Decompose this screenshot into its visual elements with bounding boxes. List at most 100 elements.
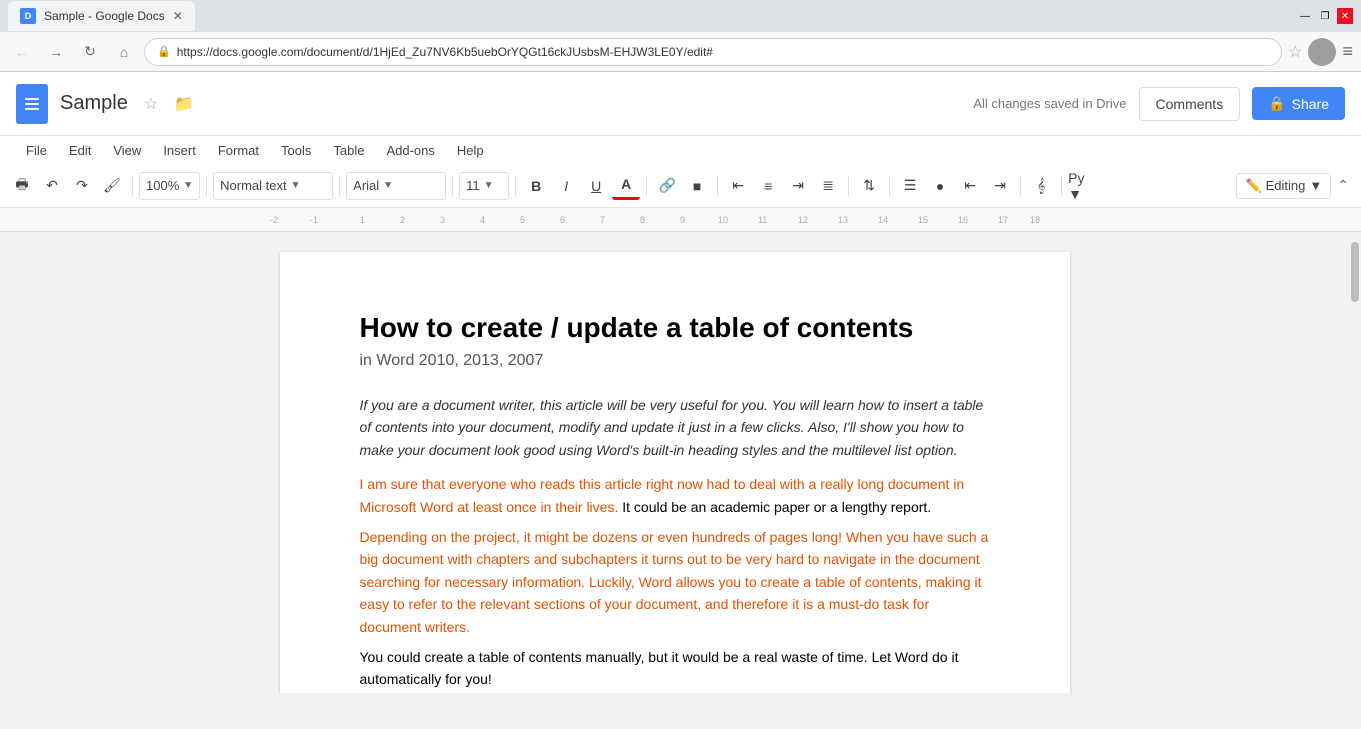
line-spacing-button[interactable]: ⇅ [855,172,883,200]
star-button[interactable]: ☆ [144,94,158,114]
style-arrow-icon: ▼ [291,180,301,191]
gdocs-app: Sample ☆ 📁 All changes saved in Drive Co… [0,72,1361,693]
print-button[interactable]: 🖶 [8,172,36,200]
document-main-title: How to create / update a table of conten… [360,312,990,344]
divider-7 [717,176,718,196]
app-header: Sample ☆ 📁 All changes saved in Drive Co… [0,72,1361,136]
menu-bar: File Edit View Insert Format Tools Table… [0,136,1361,164]
intro-paragraph: If you are a document writer, this artic… [360,394,990,461]
document-subtitle: in Word 2010, 2013, 2007 [360,352,990,370]
zoom-arrow-icon: ▼ [183,180,193,191]
justify-button[interactable]: ≣ [814,172,842,200]
document-area: How to create / update a table of conten… [0,232,1361,693]
scrollbar-thumb[interactable] [1351,242,1359,302]
browser-tab[interactable]: D Sample - Google Docs ✕ [8,1,195,31]
align-right-button[interactable]: ⇥ [784,172,812,200]
folder-button[interactable]: 📁 [174,94,194,114]
save-status: All changes saved in Drive [973,96,1126,111]
style-value: Normal text [220,178,286,193]
unordered-list-button[interactable]: ● [926,172,954,200]
document-page: How to create / update a table of conten… [280,252,1070,693]
menu-view[interactable]: View [103,139,151,162]
editing-mode-select[interactable]: ✏️ Editing ▼ [1236,173,1331,199]
back-button[interactable]: ← [8,38,36,66]
tab-close-button[interactable]: ✕ [173,9,183,23]
ruler-inner: -2 -1 1 2 3 4 5 6 7 8 9 10 11 12 13 14 1… [0,208,1361,231]
indent-decrease-button[interactable]: ⇤ [956,172,984,200]
paragraph-2: Depending on the project, it might be do… [360,526,990,638]
align-left-button[interactable]: ⇤ [724,172,752,200]
comment-button[interactable]: ■ [683,172,711,200]
italic-button[interactable]: I [552,172,580,200]
link-button[interactable]: 🔗 [653,172,681,200]
document-scroll[interactable]: How to create / update a table of conten… [0,232,1349,693]
para1-rest: It could be an academic paper or a lengt… [622,499,931,515]
zoom-select[interactable]: 100% ▼ [139,172,200,200]
bookmark-button[interactable]: ☆ [1288,42,1302,62]
comments-button[interactable]: Comments [1139,87,1241,121]
para2-orange: Depending on the project, it might be do… [360,529,989,635]
paint-format-button[interactable]: 🖌 [98,172,126,200]
toolbar: 🖶 ↶ ↷ 🖌 100% ▼ Normal text ▼ Arial ▼ 11 … [0,164,1361,208]
forward-button[interactable]: → [42,38,70,66]
editing-mode-arrow-icon: ▼ [1309,178,1322,193]
reload-button[interactable]: ↻ [76,38,104,66]
chrome-menu-button[interactable]: ≡ [1342,41,1353,62]
size-value: 11 [466,178,480,193]
undo-button[interactable]: ↶ [38,172,66,200]
ordered-list-button[interactable]: ☰ [896,172,924,200]
divider-6 [646,176,647,196]
paragraph-3: You could create a table of contents man… [360,646,990,691]
gdocs-logo-icon [16,84,48,124]
profile-button[interactable] [1308,38,1336,66]
document-title: Sample [60,92,128,115]
url-bar[interactable]: 🔒 https://docs.google.com/document/d/1Hj… [144,38,1282,66]
zoom-value: 100% [146,178,179,193]
divider-4 [452,176,453,196]
paragraph-1: I am sure that everyone who reads this a… [360,473,990,518]
divider-9 [889,176,890,196]
share-button[interactable]: 🔒 Share [1252,87,1345,120]
divider-11 [1061,176,1062,196]
font-value: Arial [353,178,379,193]
editing-mode-label: Editing [1266,178,1306,193]
title-bar: D Sample - Google Docs ✕ — ❐ ✕ [0,0,1361,32]
url-text: https://docs.google.com/document/d/1HjEd… [177,45,1269,59]
menu-table[interactable]: Table [323,139,374,162]
clear-format-button[interactable]: 𝄞 [1027,172,1055,200]
tab-favicon-icon: D [20,8,36,24]
tab-title: Sample - Google Docs [44,9,165,23]
text-color-button[interactable]: A [612,172,640,200]
input-tools-button[interactable]: Py ▼ [1068,172,1096,200]
indent-increase-button[interactable]: ⇥ [986,172,1014,200]
menu-insert[interactable]: Insert [153,139,206,162]
home-button[interactable]: ⌂ [110,38,138,66]
menu-format[interactable]: Format [208,139,269,162]
collapse-toolbar-button[interactable]: ⌃ [1333,173,1353,198]
font-size-select[interactable]: 11 ▼ [459,172,509,200]
divider-10 [1020,176,1021,196]
menu-help[interactable]: Help [447,139,494,162]
font-select[interactable]: Arial ▼ [346,172,446,200]
scrollbar[interactable] [1349,232,1361,693]
maximize-button[interactable]: ❐ [1317,8,1333,24]
bold-button[interactable]: B [522,172,550,200]
font-arrow-icon: ▼ [383,180,393,191]
menu-edit[interactable]: Edit [59,139,101,162]
underline-button[interactable]: U [582,172,610,200]
style-select[interactable]: Normal text ▼ [213,172,333,200]
divider-8 [848,176,849,196]
align-center-button[interactable]: ≡ [754,172,782,200]
menu-file[interactable]: File [16,139,57,162]
divider-3 [339,176,340,196]
divider-2 [206,176,207,196]
para3-text: You could create a table of contents man… [360,649,959,687]
minimize-button[interactable]: — [1297,8,1313,24]
close-button[interactable]: ✕ [1337,8,1353,24]
divider-1 [132,176,133,196]
share-label: Share [1292,96,1329,112]
menu-addons[interactable]: Add-ons [376,139,444,162]
window-controls: — ❐ ✕ [1297,8,1353,24]
redo-button[interactable]: ↷ [68,172,96,200]
menu-tools[interactable]: Tools [271,139,321,162]
